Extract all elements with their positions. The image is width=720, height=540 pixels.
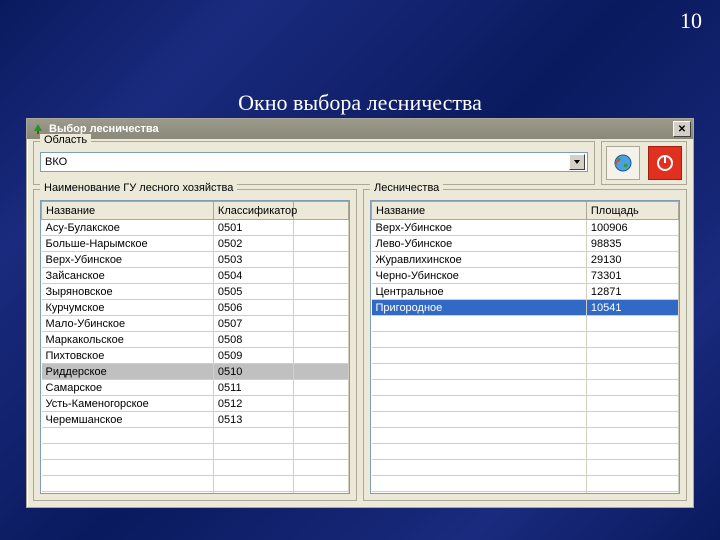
table-row[interactable]: Курчумское0506 xyxy=(42,300,349,316)
table-row[interactable] xyxy=(372,380,679,396)
table-row[interactable]: Пригородное10541 xyxy=(372,300,679,316)
top-row: Область ВКО xyxy=(33,141,687,185)
columns: Наименование ГУ лесного хозяйства Назван… xyxy=(33,189,687,501)
left-col-name[interactable]: Название xyxy=(42,202,214,220)
region-label: Область xyxy=(40,134,91,146)
table-row[interactable] xyxy=(372,444,679,460)
slide-title: Окно выбора лесничества xyxy=(0,90,720,116)
table-row[interactable]: Зайсанское0504 xyxy=(42,268,349,284)
table-row[interactable]: Мало-Убинское0507 xyxy=(42,316,349,332)
window-body: Область ВКО xyxy=(27,139,693,507)
region-combobox[interactable]: ВКО xyxy=(40,152,588,172)
page-number: 10 xyxy=(680,8,702,34)
table-row[interactable] xyxy=(42,428,349,444)
table-row[interactable] xyxy=(372,412,679,428)
table-row[interactable]: Черно-Убинское73301 xyxy=(372,268,679,284)
table-row[interactable]: Усть-Каменогорское0512 xyxy=(42,396,349,412)
table-row[interactable] xyxy=(372,492,679,495)
table-row[interactable]: Риддерское0510 xyxy=(42,364,349,380)
table-row[interactable] xyxy=(372,332,679,348)
globe-icon xyxy=(612,152,634,174)
table-row[interactable]: Асу-Булакское0501 xyxy=(42,220,349,236)
toolbar xyxy=(601,141,687,185)
table-row[interactable] xyxy=(372,460,679,476)
right-grid[interactable]: Название Площадь Верх-Убинское100906Лево… xyxy=(370,200,680,494)
table-row[interactable] xyxy=(372,364,679,380)
left-grid[interactable]: Название Классификатор Асу-Булакское0501… xyxy=(40,200,350,494)
table-row[interactable]: Лево-Убинское98835 xyxy=(372,236,679,252)
right-panel-label: Лесничества xyxy=(370,182,443,194)
close-button[interactable]: ✕ xyxy=(673,121,691,137)
left-col-empty[interactable] xyxy=(293,202,348,220)
table-row[interactable]: Центральное12871 xyxy=(372,284,679,300)
left-panel-label: Наименование ГУ лесного хозяйства xyxy=(40,182,237,194)
right-col-area[interactable]: Площадь xyxy=(586,202,678,220)
table-row[interactable] xyxy=(42,492,349,495)
table-row[interactable]: Маркакольское0508 xyxy=(42,332,349,348)
table-row[interactable]: Журавлихинское29130 xyxy=(372,252,679,268)
titlebar: Выбор лесничества ✕ xyxy=(27,119,693,139)
power-icon xyxy=(655,153,675,173)
globe-button[interactable] xyxy=(606,146,640,180)
right-panel: Лесничества Название Площадь Верх-Убинск… xyxy=(363,189,687,501)
table-row[interactable]: Верх-Убинское100906 xyxy=(372,220,679,236)
table-row[interactable]: Самарское0511 xyxy=(42,380,349,396)
table-row[interactable] xyxy=(42,476,349,492)
table-row[interactable] xyxy=(372,476,679,492)
left-col-klass[interactable]: Классификатор xyxy=(213,202,293,220)
window-title: Выбор лесничества xyxy=(49,123,673,135)
table-row[interactable]: Пихтовское0509 xyxy=(42,348,349,364)
table-row[interactable] xyxy=(42,460,349,476)
table-row[interactable]: Больше-Нарымское0502 xyxy=(42,236,349,252)
region-group: Область ВКО xyxy=(33,141,595,185)
right-col-name[interactable]: Название xyxy=(372,202,587,220)
table-row[interactable]: Черемшанское0513 xyxy=(42,412,349,428)
table-row[interactable] xyxy=(42,444,349,460)
table-row[interactable]: Верх-Убинское0503 xyxy=(42,252,349,268)
region-value: ВКО xyxy=(45,156,569,168)
table-row[interactable] xyxy=(372,348,679,364)
dialog-window: Выбор лесничества ✕ Область ВКО xyxy=(26,118,694,508)
left-panel: Наименование ГУ лесного хозяйства Назван… xyxy=(33,189,357,501)
table-row[interactable] xyxy=(372,316,679,332)
table-row[interactable] xyxy=(372,428,679,444)
table-row[interactable]: Зыряновское0505 xyxy=(42,284,349,300)
chevron-down-icon[interactable] xyxy=(569,154,585,170)
table-row[interactable] xyxy=(372,396,679,412)
power-button[interactable] xyxy=(648,146,682,180)
